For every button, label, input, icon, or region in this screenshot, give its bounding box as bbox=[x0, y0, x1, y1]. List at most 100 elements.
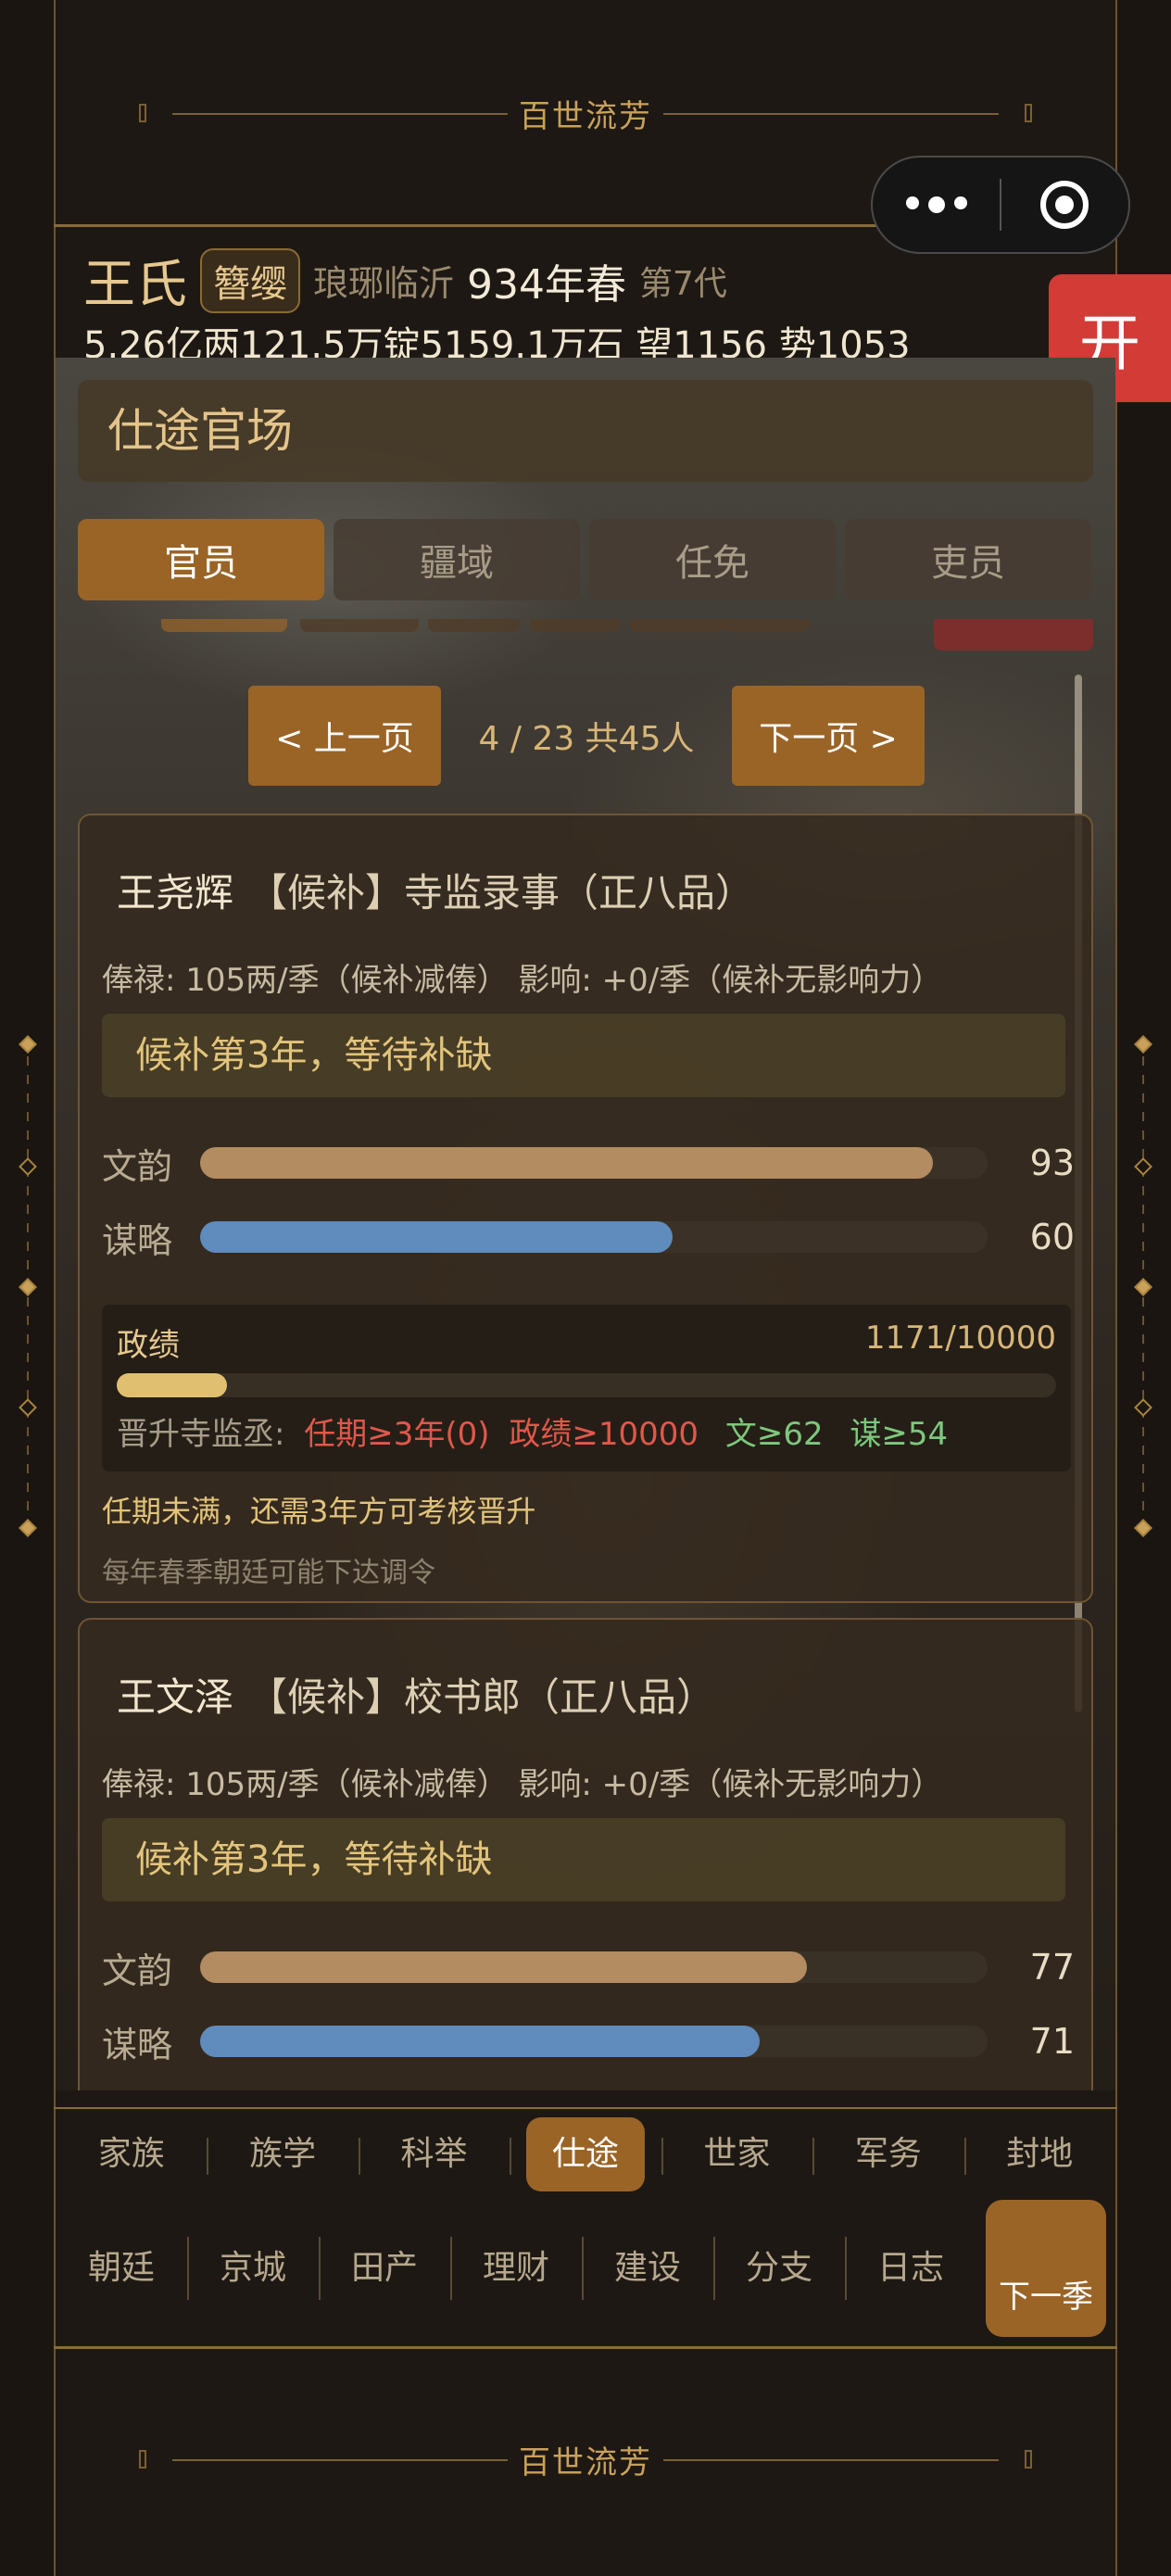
stat-wenyun: 文韵 77 bbox=[102, 1944, 1075, 1991]
stat-fill bbox=[200, 1221, 673, 1253]
official-name: 王尧辉 bbox=[117, 870, 234, 915]
bottom-divider bbox=[54, 2346, 1117, 2349]
tab-territory[interactable]: 疆域 bbox=[334, 519, 580, 600]
nav-fief[interactable]: 封地 bbox=[963, 2121, 1115, 2188]
clan-header: 王氏 簪缨 琅琊临沂 934年春 第7代 bbox=[83, 243, 727, 318]
nav-label: 仕途 bbox=[525, 2117, 645, 2191]
stat-fill bbox=[200, 1147, 933, 1179]
clan-rank-badge: 簪缨 bbox=[200, 247, 300, 313]
stat-track bbox=[200, 1951, 988, 1983]
performance-bar bbox=[117, 1373, 1056, 1397]
transfer-tip: 每年春季朝廷可能下达调令 bbox=[102, 1557, 435, 1589]
main-scene: 仕途官场 官员 疆域 任免 吏员 < 上一页 4 / 23 共45人 下一页 >… bbox=[56, 358, 1115, 2090]
stat-moulue: 谋略 71 bbox=[102, 2018, 1075, 2065]
official-card: 王文泽 【候补】校书郎（正八品） 俸禄: 105两/季（候补减俸） 影响: +0/… bbox=[78, 1618, 1093, 2090]
next-season-button[interactable]: 下一季 bbox=[986, 2200, 1106, 2337]
nav-label: 封地 bbox=[1006, 2135, 1074, 2173]
official-name: 王文泽 bbox=[117, 1674, 234, 1720]
prev-page-button[interactable]: < 上一页 bbox=[248, 686, 441, 786]
stat-track bbox=[200, 1221, 988, 1253]
tab-underline bbox=[161, 619, 287, 632]
official-salary-info: 俸禄: 105两/季（候补减俸） 影响: +0/季（候补无影响力） bbox=[102, 1766, 943, 1803]
req-wen: 文≥62 bbox=[724, 1416, 824, 1453]
performance-label: 政绩 bbox=[117, 1327, 180, 1364]
tab-bar: 官员 疆域 任免 吏员 bbox=[78, 519, 1097, 600]
nav-noble-houses[interactable]: 世家 bbox=[661, 2121, 812, 2188]
req-mou: 谋≥54 bbox=[850, 1416, 949, 1453]
tab-red-marker bbox=[934, 619, 1093, 650]
banner-cap-right bbox=[1025, 104, 1032, 122]
pager: < 上一页 4 / 23 共45人 下一页 > bbox=[248, 686, 925, 786]
tab-appointment[interactable]: 任免 bbox=[589, 519, 836, 600]
banner-line-left bbox=[172, 113, 552, 115]
tab-shadow bbox=[530, 619, 621, 632]
banner-line-right bbox=[619, 2459, 999, 2461]
banner-line-right bbox=[619, 113, 999, 115]
tab-shadow bbox=[300, 619, 419, 632]
clan-place: 琅琊临沂 bbox=[313, 263, 455, 304]
nav-label: 家族 bbox=[97, 2135, 165, 2173]
main-nav: 家族 族学 科举 仕途 世家 军务 封地 bbox=[56, 2107, 1115, 2202]
nav-career[interactable]: 仕途 bbox=[510, 2117, 661, 2191]
banner-cap-left bbox=[139, 2450, 146, 2469]
official-name-line: 王尧辉 【候补】寺监录事（正八品） bbox=[117, 862, 754, 918]
tab-officials[interactable]: 官员 bbox=[78, 519, 324, 600]
performance-fill bbox=[117, 1373, 227, 1397]
side-ornament-left bbox=[19, 1035, 37, 1538]
performance-box: 政绩 1171/10000 晋升寺监丞: 任期≥3年(0) 政绩≥10000 文… bbox=[102, 1305, 1071, 1471]
game-year: 934年春 bbox=[467, 260, 626, 309]
subnav-branches[interactable]: 分支 bbox=[713, 2220, 845, 2317]
stat-value: 71 bbox=[1029, 2021, 1075, 2062]
banner-cap-left bbox=[139, 104, 146, 122]
tab-shadow bbox=[630, 619, 723, 632]
subnav-capital[interactable]: 京城 bbox=[187, 2220, 319, 2317]
req-prefix: 晋升寺监丞: bbox=[117, 1416, 285, 1453]
stat-label: 谋略 bbox=[102, 1219, 173, 1261]
stat-label: 文韵 bbox=[102, 1950, 173, 1991]
official-notice: 候补第3年，等待补缺 bbox=[102, 1014, 1065, 1097]
subnav-court[interactable]: 朝廷 bbox=[56, 2220, 187, 2317]
side-ornament-right bbox=[1134, 1035, 1152, 1538]
next-page-button[interactable]: 下一页 > bbox=[732, 686, 925, 786]
stat-track bbox=[200, 1147, 988, 1179]
promotion-requirements: 晋升寺监丞: 任期≥3年(0) 政绩≥10000 文≥62 谋≥54 bbox=[117, 1408, 948, 1454]
stat-label: 文韵 bbox=[102, 1145, 173, 1187]
performance-value: 1171/10000 bbox=[864, 1320, 1056, 1357]
term-warning: 任期未满，还需3年方可考核晋升 bbox=[102, 1494, 536, 1529]
more-dots-icon[interactable] bbox=[873, 196, 1000, 213]
section-title: 仕途官场 bbox=[78, 380, 1093, 482]
official-name-line: 王文泽 【候补】校书郎（正八品） bbox=[117, 1666, 715, 1723]
tab-shadow bbox=[721, 619, 810, 632]
stat-fill bbox=[200, 1951, 807, 1983]
nav-label: 军务 bbox=[854, 2135, 922, 2173]
page-info: 4 / 23 共45人 bbox=[478, 720, 695, 758]
bottom-banner: 百世流芳 bbox=[54, 2404, 1117, 2515]
subnav-farmland[interactable]: 田产 bbox=[319, 2220, 450, 2317]
nav-family[interactable]: 家族 bbox=[56, 2121, 207, 2188]
tab-clerks[interactable]: 吏员 bbox=[845, 519, 1091, 600]
stat-value: 60 bbox=[1029, 1217, 1075, 1257]
stat-fill bbox=[200, 2026, 760, 2057]
stat-wenyun: 文韵 93 bbox=[102, 1140, 1075, 1187]
subnav-log[interactable]: 日志 bbox=[845, 2220, 976, 2317]
nav-label: 世家 bbox=[703, 2135, 771, 2173]
clan-name: 王氏 bbox=[83, 255, 187, 315]
banner-title: 百世流芳 bbox=[508, 90, 663, 136]
stat-value: 77 bbox=[1029, 1947, 1075, 1988]
generation: 第7代 bbox=[639, 264, 727, 303]
nav-clan-school[interactable]: 族学 bbox=[207, 2121, 358, 2188]
nav-label: 科举 bbox=[400, 2135, 468, 2173]
req-perf: 政绩≥10000 bbox=[509, 1416, 699, 1453]
subnav-finance[interactable]: 理财 bbox=[450, 2220, 582, 2317]
official-notice: 候补第3年，等待补缺 bbox=[102, 1818, 1065, 1901]
sub-nav: 朝廷 京城 田产 理财 建设 分支 日志 bbox=[56, 2220, 982, 2317]
req-term: 任期≥3年(0) bbox=[304, 1416, 490, 1453]
banner-title: 百世流芳 bbox=[508, 2436, 663, 2482]
target-icon[interactable] bbox=[1001, 181, 1128, 229]
subnav-construction[interactable]: 建设 bbox=[582, 2220, 713, 2317]
official-card: 王尧辉 【候补】寺监录事（正八品） 俸禄: 105两/季（候补减俸） 影响: +0… bbox=[78, 814, 1093, 1603]
nav-military[interactable]: 军务 bbox=[812, 2121, 963, 2188]
nav-exam[interactable]: 科举 bbox=[358, 2121, 510, 2188]
official-position: 【候补】寺监录事（正八品） bbox=[248, 870, 755, 915]
top-banner: 百世流芳 bbox=[54, 57, 1117, 169]
